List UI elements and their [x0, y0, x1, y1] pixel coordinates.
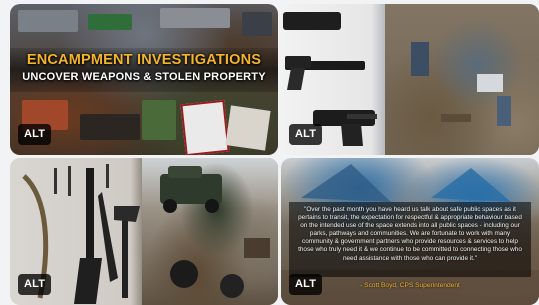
pistol-icon	[313, 110, 377, 146]
machete-icon	[98, 192, 118, 282]
alt-badge[interactable]: ALT	[18, 274, 52, 295]
pistol-icon	[283, 12, 341, 30]
alt-badge[interactable]: ALT	[18, 124, 52, 145]
gallery-image-pistols[interactable]: ALT	[281, 4, 539, 155]
quote-text: "Over the past month you have heard us t…	[298, 206, 522, 262]
rifle-icon	[74, 168, 102, 304]
alt-badge[interactable]: ALT	[289, 124, 323, 145]
pistol-icon	[285, 56, 365, 90]
alt-badge[interactable]: ALT	[289, 274, 323, 295]
knife-icon	[54, 168, 57, 194]
image-gallery: ENCAMPMENT INVESTIGATIONS UNCOVER WEAPON…	[0, 0, 539, 305]
axe-icon	[114, 206, 140, 298]
gallery-image-quote[interactable]: "Over the past month you have heard us t…	[281, 158, 539, 305]
knife-icon	[106, 164, 109, 188]
subline-text: UNCOVER WEAPONS & STOLEN PROPERTY	[22, 71, 266, 83]
headline-text: ENCAMPMENT INVESTIGATIONS	[26, 52, 262, 68]
vehicle-icon	[160, 166, 222, 213]
red-bordered-sign	[180, 99, 230, 155]
gallery-image-encampment[interactable]: ENCAMPMENT INVESTIGATIONS UNCOVER WEAPON…	[10, 4, 278, 155]
gallery-image-weapons[interactable]: ALT	[10, 158, 278, 305]
knife-icon	[68, 166, 71, 196]
